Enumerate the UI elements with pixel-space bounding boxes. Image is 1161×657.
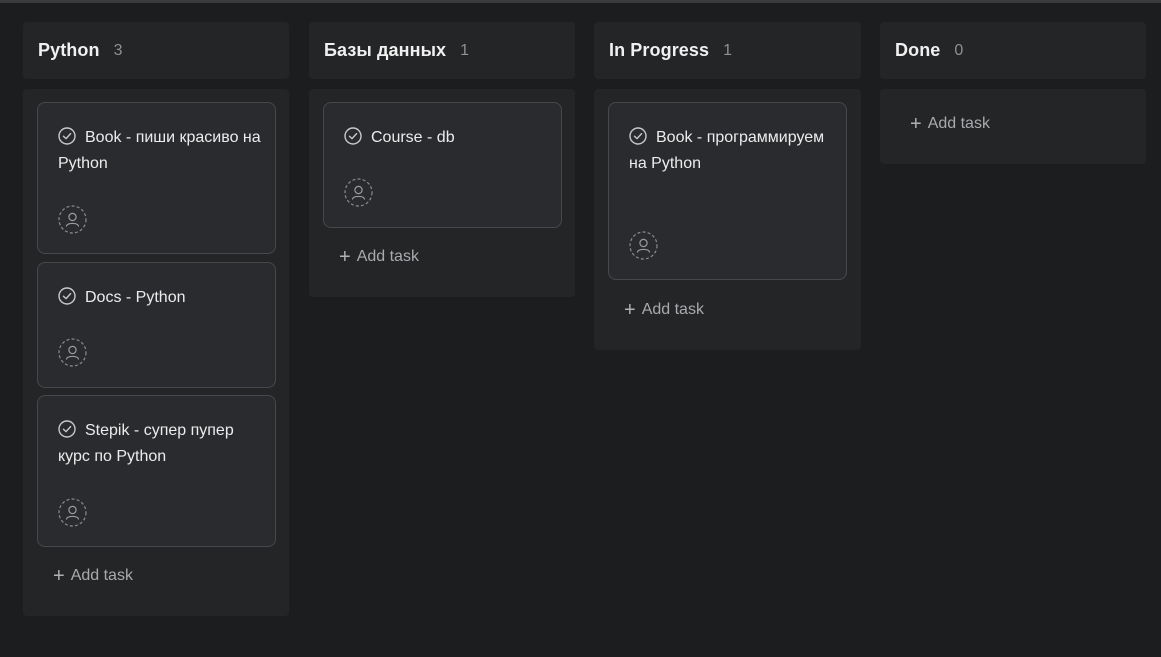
plus-icon: +	[53, 565, 65, 587]
column-header-done[interactable]: Done 0	[880, 22, 1146, 79]
user-placeholder-icon[interactable]	[344, 178, 373, 207]
column-count: 3	[113, 41, 123, 59]
column-body-in-progress: Book - программируем на Python + Add tas…	[594, 89, 861, 350]
add-task-label: Add task	[641, 301, 704, 318]
kanban-board: Python 3 Book - пиши красиво на Python D…	[0, 0, 1161, 657]
task-card[interactable]: Book - программируем на Python	[608, 102, 847, 280]
column-count: 1	[723, 41, 733, 59]
task-title: Stepik - супер пупер курс по Python	[58, 422, 234, 465]
task-title: Docs - Python	[85, 289, 186, 306]
task-title: Book - программируем на Python	[629, 129, 825, 172]
column-header-in-progress[interactable]: In Progress 1	[594, 22, 861, 79]
user-placeholder-icon[interactable]	[58, 205, 87, 234]
user-placeholder-icon[interactable]	[58, 338, 87, 367]
add-task-button[interactable]: + Add task	[624, 299, 704, 321]
add-task-button[interactable]: + Add task	[339, 246, 419, 268]
plus-icon: +	[910, 113, 922, 135]
add-task-label: Add task	[927, 115, 990, 132]
task-card[interactable]: Book - пиши красиво на Python	[37, 102, 276, 254]
column-title: Python	[38, 40, 100, 60]
task-title: Book - пиши красиво на Python	[58, 129, 261, 172]
user-placeholder-icon[interactable]	[629, 231, 658, 260]
plus-icon: +	[624, 299, 636, 321]
task-card[interactable]: Stepik - супер пупер курс по Python	[37, 395, 276, 547]
add-task-label: Add task	[356, 248, 419, 265]
check-circle-icon[interactable]	[58, 420, 76, 438]
column-title: Done	[895, 40, 941, 60]
column-count: 0	[954, 41, 964, 59]
add-task-button[interactable]: + Add task	[53, 565, 133, 587]
task-card[interactable]: Course - db	[323, 102, 562, 228]
column-title: In Progress	[609, 40, 710, 60]
column-header-python[interactable]: Python 3	[23, 22, 289, 79]
column-title: Базы данных	[324, 40, 447, 60]
add-task-label: Add task	[70, 567, 133, 584]
column-body-done: + Add task	[880, 89, 1146, 164]
check-circle-icon[interactable]	[344, 127, 362, 145]
task-title: Course - db	[371, 129, 455, 146]
check-circle-icon[interactable]	[629, 127, 647, 145]
check-circle-icon[interactable]	[58, 127, 76, 145]
column-count: 1	[460, 41, 470, 59]
plus-icon: +	[339, 246, 351, 268]
add-task-button[interactable]: + Add task	[910, 113, 990, 135]
user-placeholder-icon[interactable]	[58, 498, 87, 527]
column-body-python: Book - пиши красиво на Python Docs - Pyt…	[23, 89, 289, 616]
column-header-databases[interactable]: Базы данных 1	[309, 22, 575, 79]
column-body-databases: Course - db + Add task	[309, 89, 575, 297]
check-circle-icon[interactable]	[58, 287, 76, 305]
task-card[interactable]: Docs - Python	[37, 262, 276, 388]
